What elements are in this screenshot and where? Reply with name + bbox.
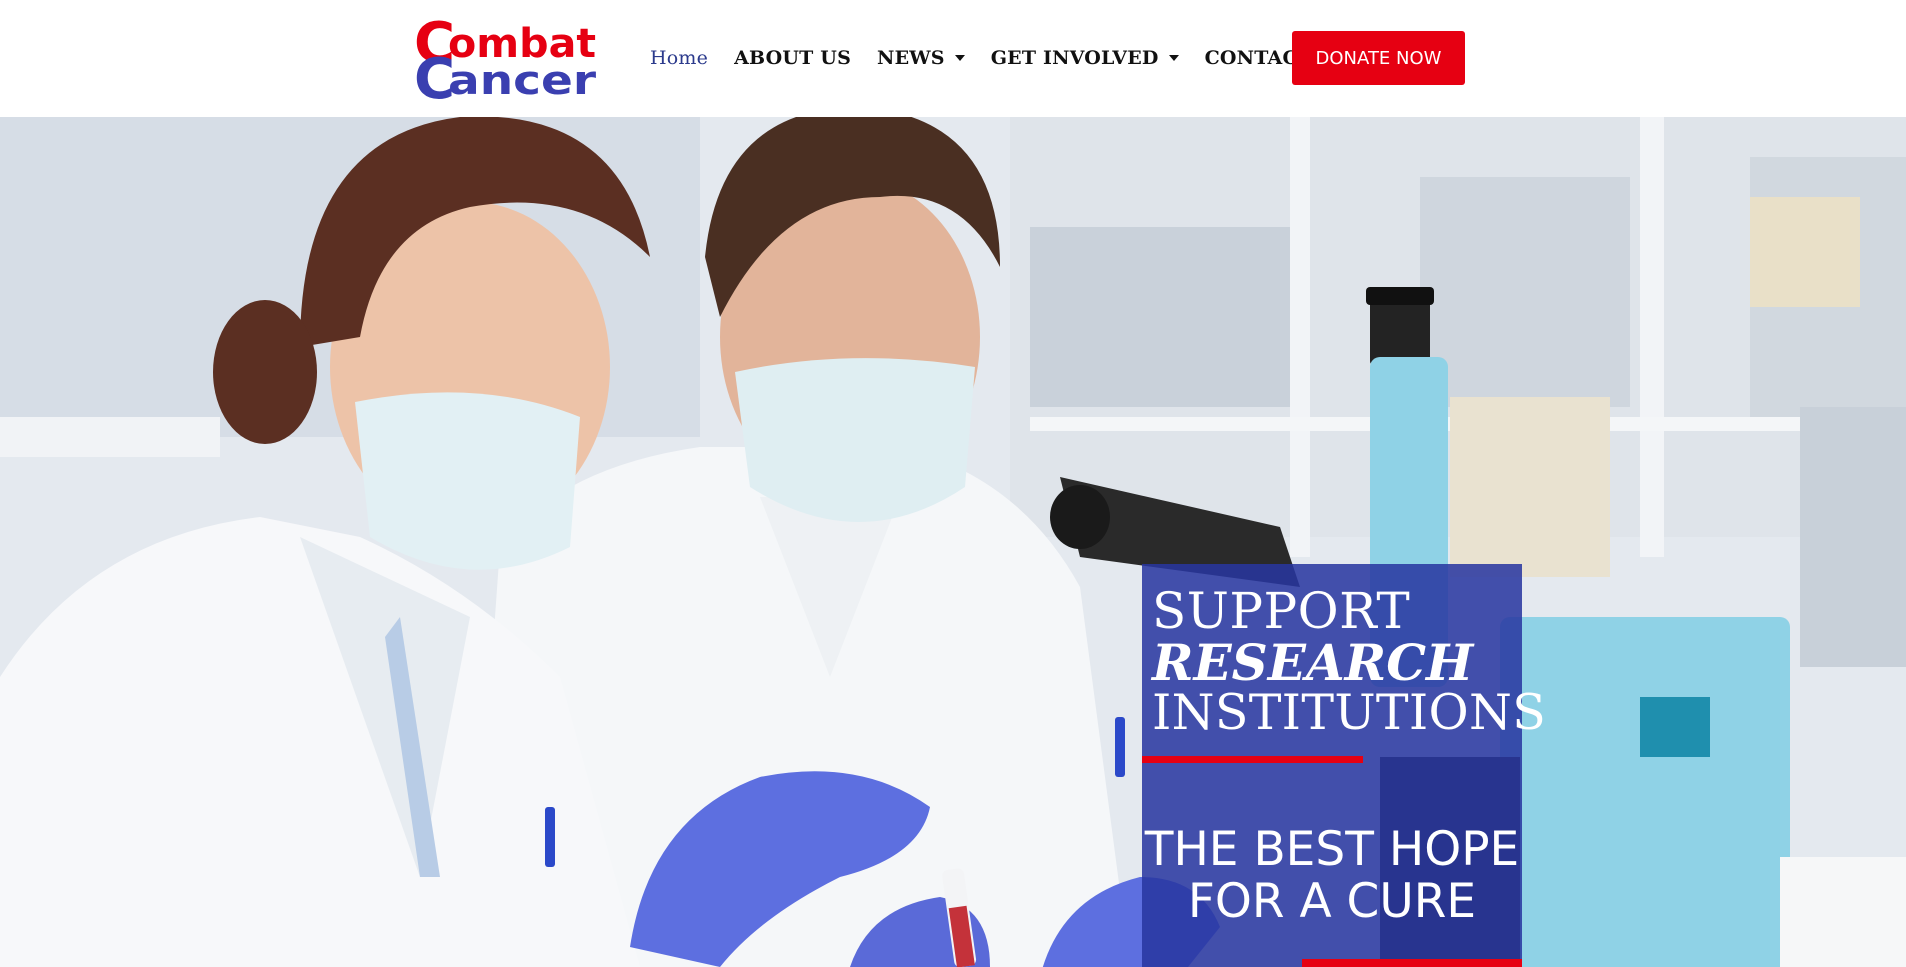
nav-item-label: NEWS	[877, 47, 945, 69]
caret-down-icon	[954, 55, 965, 61]
hero-tagline: THE BEST HOPE FOR A CURE	[1144, 822, 1520, 929]
hero-banner: SUPPORT RESEARCH INSTITUTIONS THE BEST H…	[0, 117, 1906, 967]
donate-button-label: DONATE NOW	[1315, 47, 1442, 69]
nav-item-label: Home	[650, 47, 709, 69]
nav-item-label: ABOUT US	[734, 47, 851, 69]
nav-item-label: GET INVOLVED	[990, 47, 1159, 69]
hero-headline-institutions: INSTITUTIONS	[1152, 684, 1547, 741]
donate-now-button[interactable]: DONATE NOW	[1292, 31, 1465, 85]
nav-item-get-involved[interactable]: GET INVOLVED	[991, 47, 1179, 69]
nav-item-home[interactable]: Home	[650, 47, 708, 69]
logo-image: C C ombat ancer	[414, 14, 596, 100]
nav-item-about-us[interactable]: ABOUT US	[734, 47, 851, 69]
hero-bottom-accent	[1302, 959, 1522, 967]
hero-divider	[1142, 756, 1363, 763]
nav-item-news[interactable]: NEWS	[877, 47, 965, 69]
hero-headline-support: SUPPORT	[1152, 582, 1411, 640]
site-header: C C ombat ancer Home ABOUT US NEWS GET I…	[0, 0, 1906, 117]
hero-message-panel: SUPPORT RESEARCH INSTITUTIONS THE BEST H…	[1142, 564, 1546, 967]
hero-headline-research: RESEARCH	[1152, 633, 1474, 692]
main-nav: Home ABOUT US NEWS GET INVOLVED CONTACT …	[650, 36, 1376, 80]
combat-cancer-logo[interactable]: C C ombat ancer	[414, 14, 600, 100]
svg-text:ancer: ancer	[448, 58, 596, 100]
lab-scientists-photo	[0, 117, 1906, 967]
caret-down-icon	[1168, 55, 1179, 61]
